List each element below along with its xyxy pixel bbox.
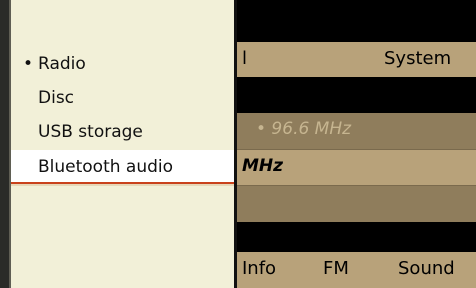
empty-row [236, 186, 476, 222]
background-screen: l System • 96.6 MHz MHz Info FM Sound [236, 0, 476, 288]
station-frequency: • 96.6 MHz [256, 119, 352, 139]
menu-item-label: USB storage [38, 122, 143, 142]
menu-item-label: Radio [38, 54, 86, 74]
screen-top-black [236, 0, 476, 42]
fm-menu-item[interactable]: FM [323, 258, 349, 279]
top-menu-bar: l System [236, 42, 476, 77]
row-separator [236, 149, 476, 150]
menu-item-radio[interactable]: • Radio [11, 48, 234, 80]
info-menu-item[interactable]: Info [242, 258, 276, 279]
screen-left-edge [0, 0, 9, 288]
system-menu-item[interactable]: System [384, 48, 451, 69]
row-separator [236, 185, 476, 186]
active-bullet: • [23, 54, 34, 74]
menu-item-label: Disc [38, 88, 75, 108]
menu-divider [234, 0, 237, 288]
menu-item-usb-storage[interactable]: USB storage [11, 116, 234, 148]
top-menu-left-fragment[interactable]: l [242, 48, 247, 69]
screen-black-band [236, 77, 476, 113]
menu-item-disc[interactable]: Disc [11, 82, 234, 114]
source-popup-menu: • Radio Disc USB storage Bluetooth audio [11, 0, 234, 288]
sound-menu-item[interactable]: Sound [398, 258, 455, 279]
frequency-row[interactable]: MHz [236, 150, 476, 185]
frequency-fragment: MHz [242, 156, 284, 176]
bottom-menu-bar: Info FM Sound [236, 252, 476, 288]
station-row[interactable]: • 96.6 MHz [236, 113, 476, 149]
menu-item-bluetooth-audio[interactable]: Bluetooth audio [11, 150, 234, 186]
menu-item-label: Bluetooth audio [38, 157, 174, 177]
screen-black-band-lower [236, 222, 476, 252]
